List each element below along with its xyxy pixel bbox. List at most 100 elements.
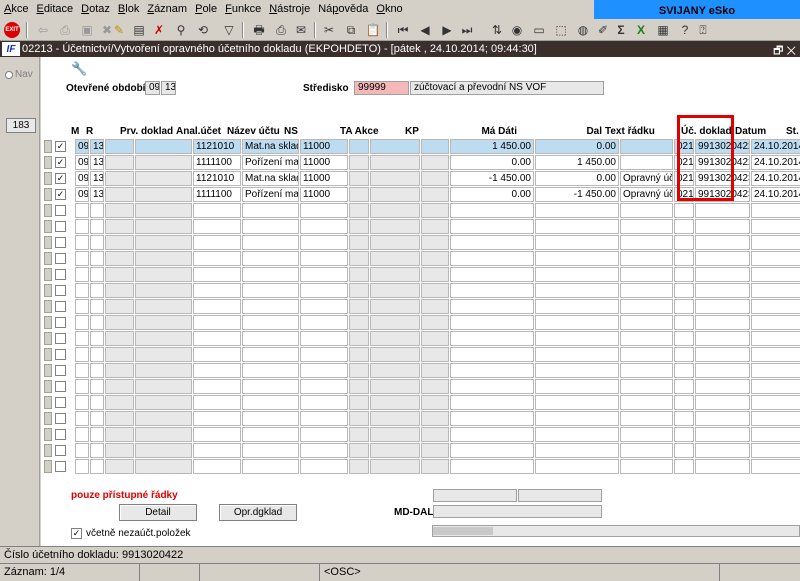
- cell-ns[interactable]: [300, 459, 348, 474]
- cell-spacer1[interactable]: [135, 171, 192, 186]
- cell-datum[interactable]: [751, 347, 800, 362]
- period-month-field[interactable]: 09: [145, 81, 160, 95]
- cell-m[interactable]: 09: [75, 187, 89, 202]
- cell-ns[interactable]: [300, 395, 348, 410]
- cell-m[interactable]: [75, 299, 89, 314]
- row-indicator[interactable]: [44, 364, 52, 377]
- menu-item[interactable]: Blok: [114, 3, 143, 15]
- menu-item[interactable]: Akce: [0, 3, 32, 15]
- opr-doklad-button[interactable]: Opr.dgklad: [219, 504, 297, 521]
- cell-md[interactable]: [450, 443, 534, 458]
- cell-r[interactable]: [90, 347, 104, 362]
- cell-m[interactable]: [75, 283, 89, 298]
- cell-ns[interactable]: [300, 299, 348, 314]
- cell-anal[interactable]: [193, 411, 241, 426]
- copy-icon[interactable]: ⧉: [342, 21, 360, 39]
- cell-prv[interactable]: [105, 187, 134, 202]
- cell-ns[interactable]: 11000: [300, 187, 348, 202]
- cell-kp[interactable]: [421, 187, 449, 202]
- cell-text[interactable]: [620, 331, 673, 346]
- row-checkbox[interactable]: [55, 285, 66, 296]
- cell-m[interactable]: [75, 251, 89, 266]
- cell-code[interactable]: [674, 395, 694, 410]
- cell-prv[interactable]: [105, 155, 134, 170]
- cell-ns[interactable]: [300, 347, 348, 362]
- cell-code[interactable]: [674, 411, 694, 426]
- row-indicator[interactable]: [44, 300, 52, 313]
- cell-code[interactable]: [674, 379, 694, 394]
- cell-ta1[interactable]: [349, 443, 369, 458]
- cell-prv[interactable]: [105, 235, 134, 250]
- cell-anal[interactable]: [193, 267, 241, 282]
- cell-prv[interactable]: [105, 203, 134, 218]
- row-checkbox[interactable]: [55, 413, 66, 424]
- binoculars-icon[interactable]: ⚲: [172, 21, 190, 39]
- cell-datum[interactable]: 24.10.2014: [751, 155, 800, 170]
- cell-spacer1[interactable]: [135, 347, 192, 362]
- cell-ta2[interactable]: [370, 251, 420, 266]
- cell-code[interactable]: [674, 203, 694, 218]
- cell-anal[interactable]: [193, 363, 241, 378]
- cell-nazev[interactable]: [242, 315, 299, 330]
- cell-datum[interactable]: [751, 203, 800, 218]
- cell-kp[interactable]: [421, 267, 449, 282]
- cell-ta2[interactable]: [370, 379, 420, 394]
- cell-kp[interactable]: [421, 283, 449, 298]
- row-indicator[interactable]: [44, 204, 52, 217]
- table-row[interactable]: [41, 379, 800, 395]
- cell-doklad[interactable]: [695, 283, 750, 298]
- row-checkbox[interactable]: [55, 461, 66, 472]
- sum-icon[interactable]: Σ: [612, 21, 630, 39]
- cell-prv[interactable]: [105, 363, 134, 378]
- cell-ns[interactable]: [300, 315, 348, 330]
- cell-kp[interactable]: [421, 251, 449, 266]
- cell-anal[interactable]: [193, 283, 241, 298]
- menu-item[interactable]: Dotaz: [77, 3, 114, 15]
- row-checkbox[interactable]: [55, 317, 66, 328]
- table-row[interactable]: [41, 251, 800, 267]
- cell-md[interactable]: [450, 203, 534, 218]
- cell-m[interactable]: [75, 267, 89, 282]
- cell-nazev[interactable]: [242, 395, 299, 410]
- cell-r[interactable]: 13: [90, 155, 104, 170]
- cell-ta2[interactable]: [370, 139, 420, 154]
- cell-datum[interactable]: [751, 315, 800, 330]
- table-row[interactable]: [41, 283, 800, 299]
- cell-dal[interactable]: [535, 283, 619, 298]
- cell-doklad[interactable]: [695, 219, 750, 234]
- cell-dal[interactable]: 0.00: [535, 171, 619, 186]
- cell-nazev[interactable]: [242, 283, 299, 298]
- cell-anal[interactable]: [193, 379, 241, 394]
- cell-r[interactable]: [90, 331, 104, 346]
- period-year-field[interactable]: 13: [161, 81, 176, 95]
- cell-spacer1[interactable]: [135, 299, 192, 314]
- cell-ta2[interactable]: [370, 427, 420, 442]
- cell-m[interactable]: [75, 331, 89, 346]
- cell-m[interactable]: 09: [75, 155, 89, 170]
- center-code-field[interactable]: 99999: [354, 81, 409, 95]
- cell-m[interactable]: [75, 379, 89, 394]
- table-row[interactable]: [41, 203, 800, 219]
- paste-icon[interactable]: 📋: [364, 21, 382, 39]
- cell-text[interactable]: [620, 411, 673, 426]
- cell-text[interactable]: [620, 363, 673, 378]
- row-indicator[interactable]: [44, 332, 52, 345]
- cell-dal[interactable]: [535, 347, 619, 362]
- cell-text[interactable]: [620, 427, 673, 442]
- menu-item[interactable]: Nápověda: [314, 3, 372, 15]
- cell-nazev[interactable]: [242, 379, 299, 394]
- cell-ta2[interactable]: [370, 203, 420, 218]
- cell-doklad[interactable]: [695, 363, 750, 378]
- menu-item[interactable]: Pole: [191, 3, 221, 15]
- cell-m[interactable]: [75, 395, 89, 410]
- cell-datum[interactable]: 24.10.2014: [751, 187, 800, 202]
- notes-icon[interactable]: ✐: [594, 21, 612, 39]
- cell-spacer1[interactable]: [135, 251, 192, 266]
- cell-prv[interactable]: [105, 459, 134, 474]
- cell-nazev[interactable]: [242, 267, 299, 282]
- cell-dal[interactable]: 0.00: [535, 139, 619, 154]
- cell-code[interactable]: [674, 459, 694, 474]
- cell-m[interactable]: [75, 363, 89, 378]
- cell-code[interactable]: [674, 363, 694, 378]
- save-icon[interactable]: ▣: [78, 21, 96, 39]
